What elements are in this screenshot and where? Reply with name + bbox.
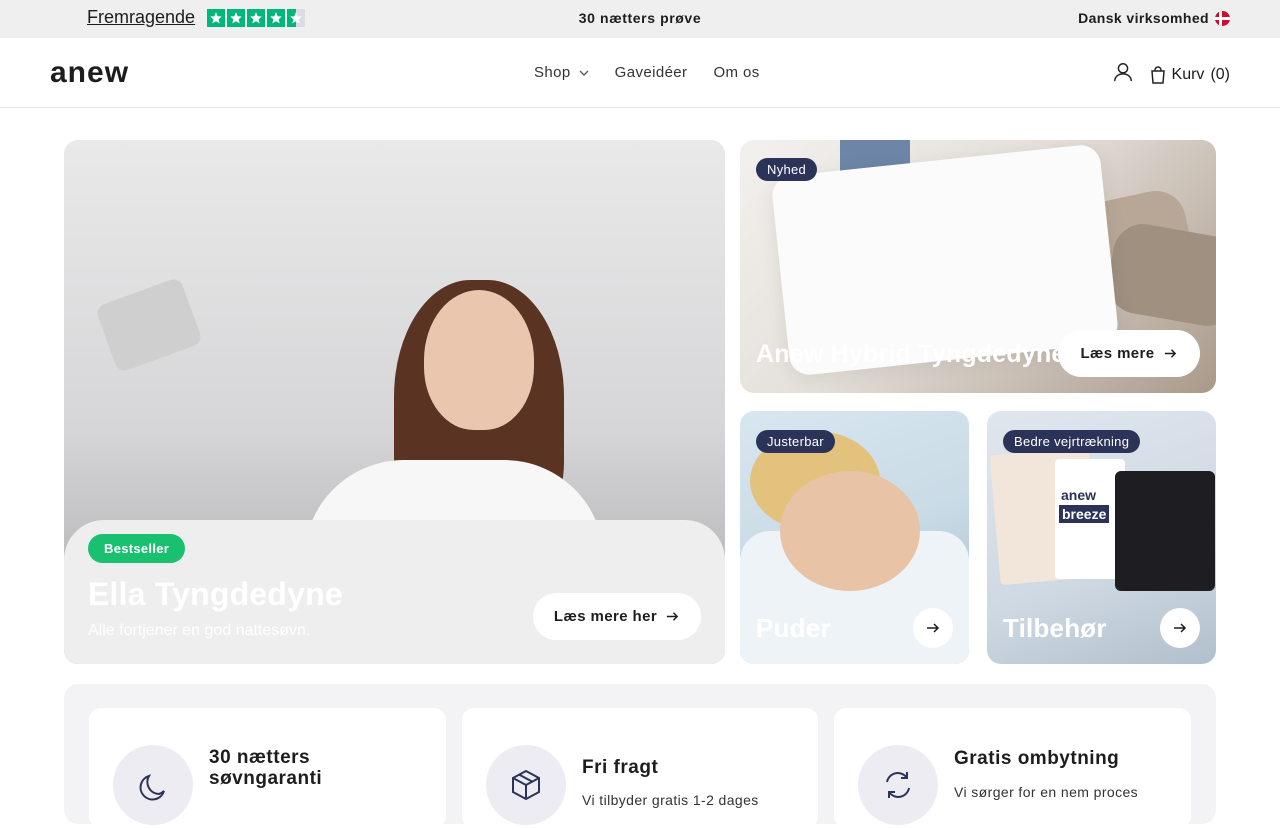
- card-title: Anew Hybrid Tyngdedyne: [756, 340, 1066, 368]
- card-subtitle: Alle fortjener en god nattesøvn.: [88, 622, 311, 639]
- usp-card-exchange: Gratis ombytning Vi sørger for en nem pr…: [834, 708, 1191, 828]
- card-title: Ella Tyngdedyne: [88, 576, 343, 612]
- usp-card-shipping: Fri fragt Vi tilbyder gratis 1-2 dages: [462, 708, 818, 828]
- usp-title: 30 nætters søvngaranti: [209, 747, 323, 789]
- usp-title: Fri fragt: [582, 757, 659, 778]
- card-image-pouch: [1115, 471, 1215, 591]
- product-card-accessories[interactable]: anew breeze Bedre vejrtrækning Tilbehør: [987, 411, 1216, 664]
- refresh-icon: [858, 745, 938, 825]
- new-badge: Nyhed: [756, 158, 818, 181]
- hero-image-lamp: [94, 276, 204, 374]
- card-image-pillow: [1103, 219, 1216, 331]
- cart-button[interactable]: Kurv (0): [1150, 66, 1230, 84]
- card-image-face: [780, 471, 920, 591]
- account-icon[interactable]: [1112, 60, 1134, 89]
- better-breathing-badge: Bedre vejrtrækning: [1003, 430, 1141, 453]
- usp-card-guarantee: 30 nætters søvngaranti: [89, 708, 446, 828]
- shopping-bag-icon: [1150, 65, 1165, 84]
- package-icon: [486, 745, 566, 825]
- announcement-bar: Fremragende 30 nætters prøve Dansk virks…: [0, 0, 1280, 38]
- card-title: Puder: [756, 613, 831, 643]
- usp-title: Gratis ombytning: [954, 748, 1120, 769]
- read-more-button[interactable]: Læs mere: [1058, 330, 1200, 377]
- arrow-right-icon: [1164, 349, 1176, 358]
- arrow-button[interactable]: [1160, 608, 1200, 648]
- cart-label: Kurv: [1171, 65, 1205, 83]
- arrow-right-icon: [927, 623, 940, 633]
- usp-description: Vi sørger for en nem proces: [954, 784, 1139, 800]
- nav-label: Shop: [534, 64, 571, 81]
- product-text: breeze: [1059, 505, 1110, 523]
- nav-item-gifts[interactable]: Gaveidéer: [615, 64, 688, 81]
- cart-count: (0): [1210, 65, 1230, 83]
- danish-company-label: Dansk virksomhed: [1078, 10, 1230, 26]
- usp-section: 30 nætters søvngaranti Fri fragt Vi tilb…: [64, 684, 1216, 828]
- danish-flag-icon: [1215, 10, 1230, 26]
- usp-description: Vi tilbyder gratis 1-2 dages: [582, 792, 759, 808]
- moon-icon: [113, 745, 193, 825]
- chevron-down-icon: [579, 70, 589, 76]
- product-card-hybrid[interactable]: Nyhed Anew Hybrid Tyngdedyne Læs mere: [740, 140, 1216, 393]
- product-text: anew: [1061, 487, 1097, 503]
- main-nav: Shop Gaveidéer Om os: [534, 64, 760, 81]
- arrow-right-icon: [1174, 623, 1187, 633]
- danish-company-text: Dansk virksomhed: [1078, 10, 1209, 26]
- hero-card-ella[interactable]: Bestseller Ella Tyngdedyne Alle fortjene…: [64, 140, 725, 664]
- arrow-button[interactable]: [913, 608, 953, 648]
- logo[interactable]: anew: [50, 58, 129, 88]
- button-label: Læs mere: [1080, 345, 1155, 362]
- site-header: anew Shop Gaveidéer Om os Kurv (0): [0, 38, 1280, 108]
- arrow-right-icon: [666, 612, 679, 621]
- bestseller-badge: Bestseller: [88, 534, 186, 563]
- hero-image-face: [424, 290, 534, 430]
- card-title: Tilbehør: [1003, 613, 1107, 643]
- nav-item-about[interactable]: Om os: [713, 64, 759, 81]
- read-more-button[interactable]: Læs mere her: [533, 593, 701, 640]
- product-card-pillows[interactable]: Justerbar Puder: [740, 411, 969, 664]
- nav-item-shop[interactable]: Shop: [534, 64, 589, 81]
- button-label: Læs mere her: [553, 608, 658, 625]
- adjustable-badge: Justerbar: [756, 430, 835, 453]
